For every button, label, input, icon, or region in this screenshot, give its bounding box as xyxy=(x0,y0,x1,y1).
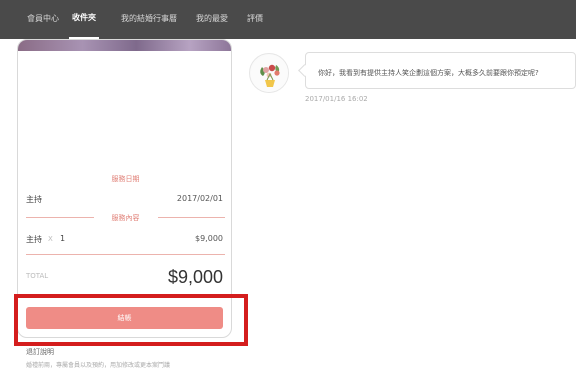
message-text: 你好，我看到有提供主持人笑企劃這個方案，大概多久前要跟你預定呢? xyxy=(318,69,539,77)
vendor-photo xyxy=(18,40,231,51)
nav-item-wedding-calendar[interactable]: 我的結婚行事曆 xyxy=(121,0,177,39)
bouquet-icon xyxy=(251,55,288,92)
service-type: 主持 xyxy=(26,195,42,204)
service-date-heading: 服務日期 xyxy=(111,175,140,183)
qty-symbol: X xyxy=(48,235,53,243)
message-timestamp: 2017/01/16 16:02 xyxy=(305,95,368,103)
highlight-box xyxy=(14,294,248,346)
item-name: 主持 xyxy=(26,235,42,244)
cancellation-notes-title: 退訂說明 xyxy=(26,348,54,356)
item-price: $9,000 xyxy=(195,234,223,243)
message-bubble: 你好，我看到有提供主持人笑企劃這個方案，大概多久前要跟你預定呢? xyxy=(305,52,576,89)
nav-item-member-center[interactable]: 會員中心 xyxy=(27,0,59,39)
avatar xyxy=(249,53,289,93)
items-divider xyxy=(26,254,225,255)
nav-item-reviews[interactable]: 評價 xyxy=(247,0,263,39)
nav-item-favorites[interactable]: 我的最愛 xyxy=(196,0,228,39)
total-label: TOTAL xyxy=(26,272,49,280)
cancellation-notes-text: 婚禮前兩，專屬會員以及預約，用加修改或更本案鬥議 xyxy=(26,362,171,369)
top-nav: 會員中心 收件夾 我的結婚行事曆 我的最愛 評價 xyxy=(0,0,576,39)
nav-item-inbox[interactable]: 收件夾 xyxy=(69,0,99,39)
total-value: $9,000 xyxy=(167,267,223,287)
service-date: 2017/02/01 xyxy=(176,194,223,203)
item-qty: 1 xyxy=(60,234,66,243)
service-content-heading: 服務內容 xyxy=(111,214,140,222)
divider-right xyxy=(158,217,225,218)
